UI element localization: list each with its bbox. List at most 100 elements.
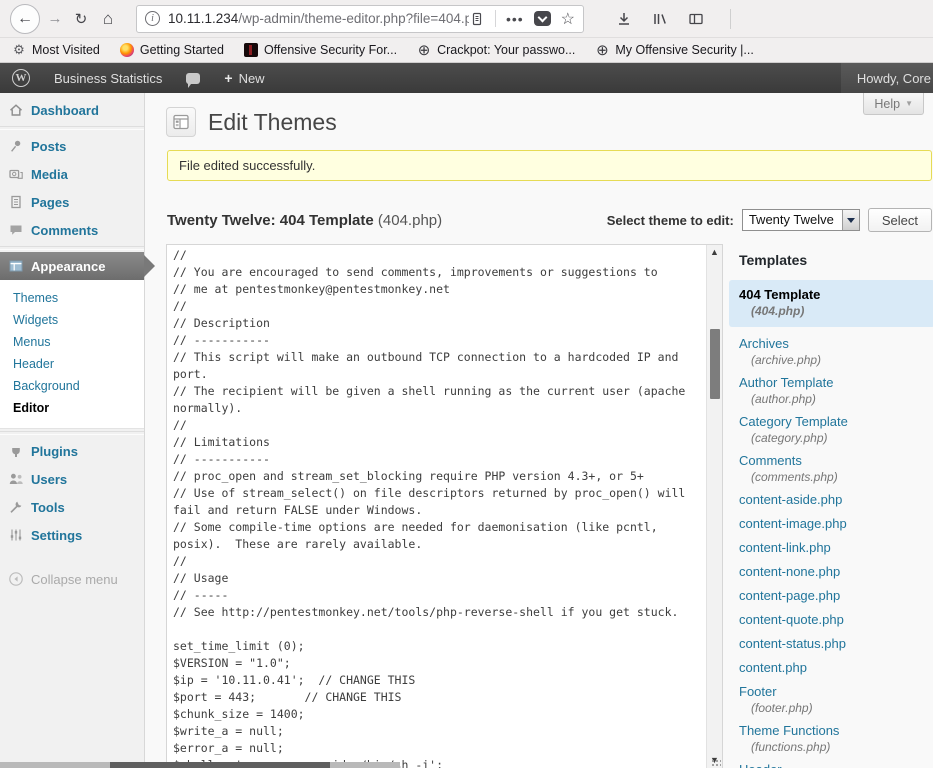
active-template-filename: (404.php) [739, 303, 925, 319]
wp-logo-menu[interactable]: W [0, 63, 42, 93]
site-name-link[interactable]: Business Statistics [42, 63, 174, 93]
template-link[interactable]: content-quote.php [739, 612, 844, 628]
sidebar-item-users[interactable]: Users [0, 465, 144, 493]
active-template-item[interactable]: 404 Template (404.php) [729, 280, 933, 327]
bookmark-item[interactable]: Getting Started [120, 43, 224, 57]
comment-bubble-icon [186, 73, 200, 84]
submenu-item-themes[interactable]: Themes [13, 287, 144, 309]
help-tab[interactable]: Help ▼ [863, 93, 924, 115]
sidebar-item-posts[interactable]: Posts [0, 132, 144, 160]
bookmark-item[interactable]: ⊕Crackpot: Your passwo... [417, 43, 575, 57]
bookmark-item[interactable]: ⚙Most Visited [12, 43, 100, 57]
home-button[interactable]: ⌂ [94, 9, 122, 29]
template-filename: (functions.php) [739, 740, 933, 755]
menu-separator [0, 126, 144, 130]
appearance-submenu: ThemesWidgetsMenusHeaderBackgroundEditor [0, 280, 144, 429]
comments-bubble-link[interactable] [174, 63, 212, 93]
select-theme-button[interactable]: Select [868, 208, 932, 232]
success-notice: File edited successfully. [167, 150, 932, 181]
template-item: Author Template(author.php) [739, 371, 933, 410]
template-item: Category Template(category.php) [739, 410, 933, 449]
tools-icon [8, 499, 24, 515]
back-button[interactable]: ← [10, 4, 40, 34]
template-item: Footer(footer.php) [739, 680, 933, 719]
bookmark-item[interactable]: Offensive Security For... [244, 43, 397, 57]
page-actions-icon[interactable]: ••• [506, 11, 524, 27]
template-link[interactable]: Author Template [739, 375, 833, 391]
url-bar[interactable]: i 10.11.1.234/wp-admin/theme-editor.php?… [136, 5, 584, 33]
horizontal-scrollbar-thumb[interactable] [110, 762, 330, 768]
scrollbar-thumb[interactable] [710, 329, 720, 399]
template-link[interactable]: content-none.php [739, 564, 840, 580]
template-link[interactable]: Category Template [739, 414, 848, 430]
theme-select[interactable]: Twenty Twelve [742, 209, 860, 231]
editor-scrollbar[interactable]: ▲ ▼ [706, 245, 722, 768]
horizontal-scrollbar[interactable] [0, 762, 400, 768]
downloads-icon[interactable] [616, 11, 632, 27]
template-link[interactable]: content.php [739, 660, 807, 676]
page-title: Edit Themes [208, 109, 337, 136]
template-link[interactable]: Header [739, 762, 782, 768]
bookmark-label: Crackpot: Your passwo... [437, 43, 575, 57]
collapse-menu-button[interactable]: Collapse menu [8, 571, 144, 587]
library-icon[interactable] [652, 11, 668, 27]
forward-button[interactable]: → [42, 10, 68, 27]
settings-icon [8, 527, 24, 543]
sidebar-item-pages[interactable]: Pages [0, 188, 144, 216]
sidebar-item-plugins[interactable]: Plugins [0, 437, 144, 465]
templates-sidebar: Templates 404 Template (404.php) Archive… [739, 244, 933, 768]
sidebar-item-label: Users [31, 472, 67, 487]
template-filename: (author.php) [739, 392, 933, 407]
submenu-item-header[interactable]: Header [13, 353, 144, 375]
textarea-resize-grip[interactable] [710, 758, 721, 768]
bookmark-label: My Offensive Security |... [615, 43, 753, 57]
bookmark-star-icon[interactable]: ☆ [561, 9, 575, 29]
template-item: content-image.php [739, 512, 933, 536]
sidebar-item-settings[interactable]: Settings [0, 521, 144, 549]
template-item: content-page.php [739, 584, 933, 608]
template-link[interactable]: Theme Functions [739, 723, 839, 739]
code-textarea[interactable]: // // You are encouraged to send comment… [167, 245, 706, 768]
pocket-icon[interactable] [534, 11, 551, 26]
url-text[interactable]: 10.11.1.234/wp-admin/theme-editor.php?fi… [168, 11, 469, 26]
sidebar-item-media[interactable]: Media [0, 160, 144, 188]
submenu-item-menus[interactable]: Menus [13, 331, 144, 353]
sidebar-item-label: Media [31, 167, 68, 182]
sidebar-item-dashboard[interactable]: Dashboard [0, 96, 144, 124]
main-content: Help ▼ Edit Themes File edited successfu… [145, 93, 933, 768]
template-link[interactable]: content-aside.php [739, 492, 842, 508]
submenu-item-editor[interactable]: Editor [13, 397, 144, 419]
template-filename-suffix: (404.php) [378, 212, 442, 229]
template-item: Header(header.php) [739, 758, 933, 768]
new-content-link[interactable]: +New [212, 63, 276, 93]
bookmark-label: Getting Started [140, 43, 224, 57]
submenu-item-background[interactable]: Background [13, 375, 144, 397]
urlbar-separator [495, 10, 496, 27]
sidebar-item-comments[interactable]: Comments [0, 216, 144, 244]
template-link[interactable]: Archives [739, 336, 789, 352]
sidebar-item-label: Tools [31, 500, 65, 515]
submenu-item-widgets[interactable]: Widgets [13, 309, 144, 331]
sidebar-item-tools[interactable]: Tools [0, 493, 144, 521]
sidebar-item-label: Pages [31, 195, 69, 210]
template-link[interactable]: content-image.php [739, 516, 847, 532]
reader-mode-icon[interactable] [469, 11, 485, 27]
sidebar-item-appearance[interactable]: Appearance [0, 252, 144, 280]
template-link[interactable]: Comments [739, 453, 802, 469]
scroll-up-icon[interactable]: ▲ [707, 245, 722, 260]
template-item: content-none.php [739, 560, 933, 584]
sidebars-icon[interactable] [688, 11, 704, 27]
reload-button[interactable]: ↻ [68, 10, 94, 28]
template-link[interactable]: content-status.php [739, 636, 846, 652]
bookmark-item[interactable]: ⊕ My Offensive Security |... [595, 43, 753, 57]
template-item: content-link.php [739, 536, 933, 560]
globe-icon: ⊕ [595, 43, 609, 57]
template-filename: (comments.php) [739, 470, 933, 485]
howdy-account-link[interactable]: Howdy, Core [841, 63, 933, 93]
sidebar-item-label: Dashboard [31, 103, 99, 118]
template-link[interactable]: content-link.php [739, 540, 831, 556]
template-link[interactable]: Footer [739, 684, 777, 700]
select-dropdown-arrow-icon[interactable] [842, 210, 859, 230]
template-link[interactable]: content-page.php [739, 588, 840, 604]
site-info-icon[interactable]: i [145, 11, 160, 26]
